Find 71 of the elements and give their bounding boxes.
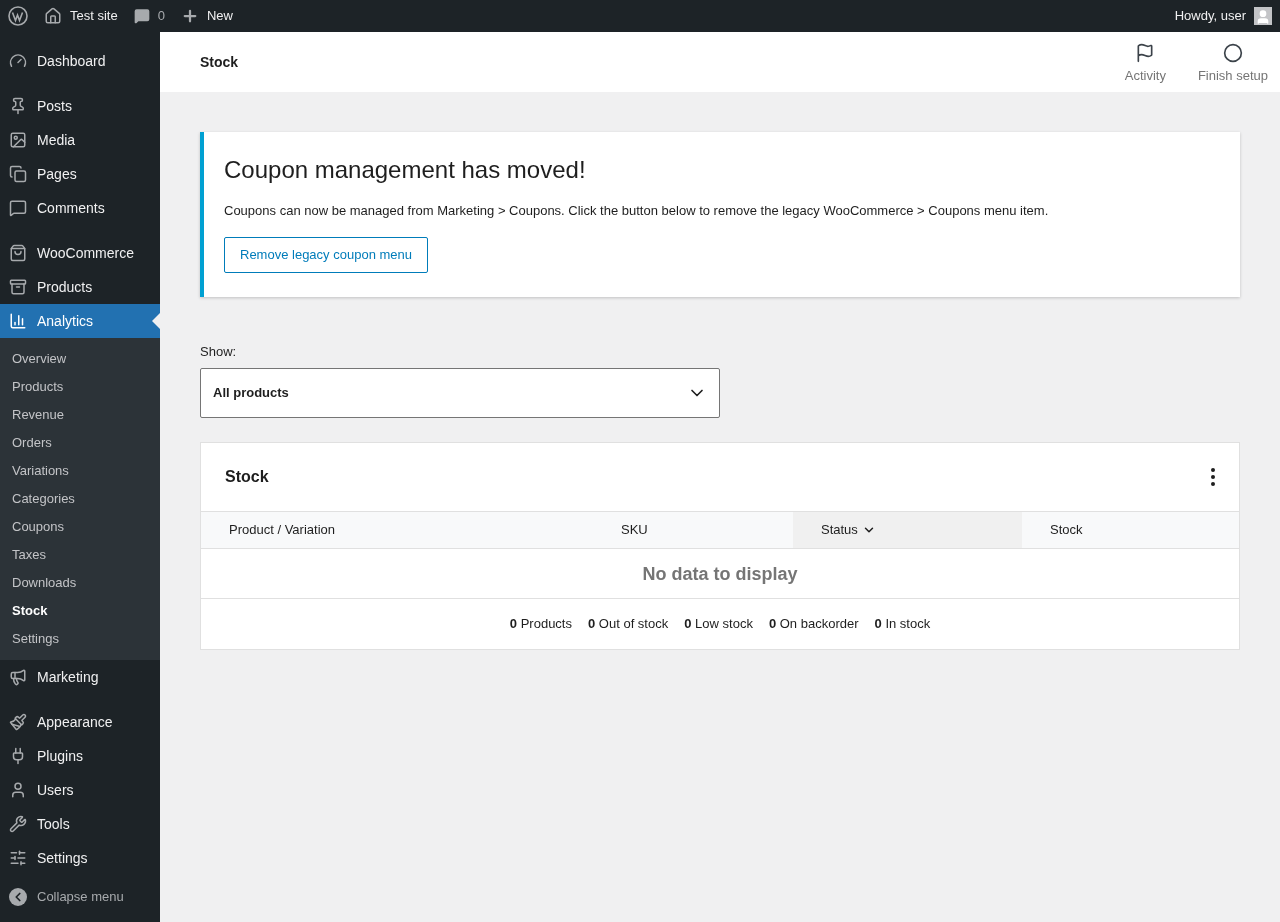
wrench-icon <box>9 815 27 833</box>
pin-icon <box>9 97 27 115</box>
submenu-item[interactable]: Categories <box>0 485 160 513</box>
submenu-item[interactable]: Orders <box>0 429 160 457</box>
card-title: Stock <box>225 467 269 487</box>
submenu-item[interactable]: Coupons <box>0 513 160 541</box>
new-link[interactable]: New <box>180 6 233 26</box>
submenu-item[interactable]: Overview <box>0 345 160 373</box>
show-label: Show: <box>200 342 238 361</box>
sidebar-item[interactable]: Analytics <box>0 304 160 338</box>
collapse-menu-button[interactable]: Collapse menu <box>0 880 160 914</box>
pages-icon <box>9 165 27 183</box>
more-options-button[interactable] <box>1211 468 1215 486</box>
bar-chart-icon <box>9 312 27 330</box>
vertical-dots-icon <box>1211 468 1215 486</box>
shopping-bag-icon <box>9 244 27 262</box>
sidebar-item[interactable]: Comments <box>0 191 160 225</box>
sidebar-item[interactable]: WooCommerce <box>0 236 160 270</box>
sidebar-item[interactable]: Posts <box>0 89 160 123</box>
avatar-icon <box>1254 7 1272 25</box>
site-name-link[interactable]: Test site <box>44 6 118 26</box>
circle-icon <box>1222 42 1243 63</box>
current-pointer-icon <box>152 313 160 329</box>
sidebar-item[interactable]: Tools <box>0 807 160 841</box>
sidebar-item[interactable]: Marketing <box>0 660 160 694</box>
summary-item: 0 Low stock <box>684 615 753 634</box>
speech-bubble-icon <box>9 199 27 217</box>
submenu-item[interactable]: Revenue <box>0 401 160 429</box>
sidebar-item[interactable]: Appearance <box>0 705 160 739</box>
remove-legacy-menu-button[interactable]: Remove legacy coupon menu <box>224 236 428 273</box>
sidebar-item[interactable]: Pages <box>0 157 160 191</box>
home-icon <box>44 7 62 25</box>
column-header[interactable]: Status <box>793 512 1022 548</box>
notice-title: Coupon management has moved! <box>224 155 587 185</box>
comments-link[interactable]: 0 <box>133 6 165 26</box>
submenu-item[interactable]: Downloads <box>0 569 160 597</box>
sidebar-item[interactable]: Plugins <box>0 739 160 773</box>
summary-item: 0 On backorder <box>768 615 859 634</box>
sliders-icon <box>9 849 27 867</box>
submenu-item[interactable]: Stock <box>0 597 160 625</box>
megaphone-icon <box>9 668 27 686</box>
paintbrush-icon <box>9 713 27 731</box>
sidebar-item[interactable]: Users <box>0 773 160 807</box>
column-header[interactable]: Stock <box>1022 512 1239 548</box>
flag-icon <box>1135 42 1156 63</box>
submenu-item[interactable]: Products <box>0 373 160 401</box>
submenu-item[interactable]: Variations <box>0 457 160 485</box>
archive-box-icon <box>9 278 27 296</box>
account-link[interactable]: Howdy, user <box>1174 6 1272 26</box>
dashboard-gauge-icon <box>9 52 27 70</box>
speech-bubble-icon <box>133 8 150 24</box>
wordpress-logo-icon[interactable] <box>8 6 28 26</box>
show-select[interactable]: All products <box>200 368 720 418</box>
summary-item: 0 Products <box>509 615 572 634</box>
header-action-button[interactable]: Finish setup <box>1197 42 1268 86</box>
column-header[interactable]: Product / Variation <box>201 512 593 548</box>
sidebar-item[interactable]: Dashboard <box>0 44 160 78</box>
sidebar-item[interactable]: Media <box>0 123 160 157</box>
person-icon <box>9 781 27 799</box>
notice-text: Coupons can now be managed from Marketing > Coupons. Click the button below to remove the legacy WooCommerce > Coupons menu item. <box>224 202 1050 220</box>
summary-item: 0 Out of stock <box>588 615 669 634</box>
sidebar-item[interactable]: Settings <box>0 841 160 875</box>
sidebar-item[interactable]: Products <box>0 270 160 304</box>
submenu-item[interactable]: Settings <box>0 625 160 653</box>
empty-message: No data to display <box>201 549 1239 599</box>
page-title: Stock <box>200 53 239 72</box>
submenu-item[interactable]: Taxes <box>0 541 160 569</box>
summary-item: 0 In stock <box>874 615 931 634</box>
header-action-button[interactable]: Activity <box>1124 42 1166 86</box>
column-header[interactable]: SKU <box>593 512 793 548</box>
media-icon <box>9 131 27 149</box>
